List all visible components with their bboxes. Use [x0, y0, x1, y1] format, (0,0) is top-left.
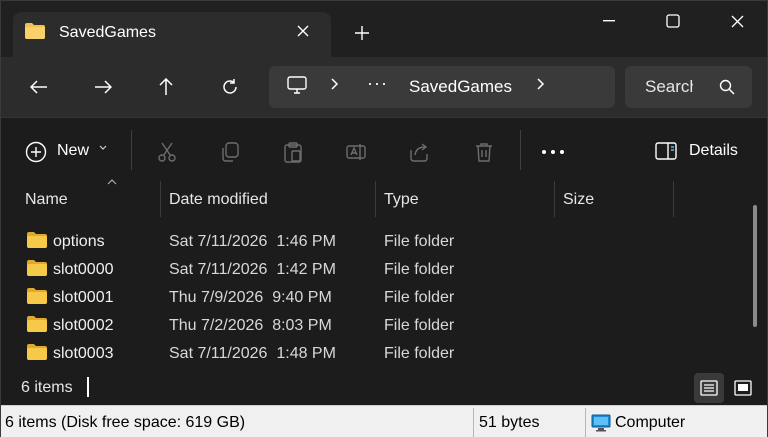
file-name: options: [53, 233, 105, 250]
close-icon[interactable]: [293, 21, 313, 41]
details-label: Details: [689, 142, 738, 159]
command-bar: New Details: [1, 117, 767, 181]
refresh-icon[interactable]: [216, 73, 244, 101]
file-date: Thu 7/2/2026 8:03 PM: [169, 317, 332, 334]
sort-ascending-icon: [107, 177, 117, 188]
window-status-row: 6 items: [1, 371, 767, 405]
chevron-down-icon: [99, 142, 107, 154]
file-name: slot0001: [53, 289, 114, 306]
column-type[interactable]: Type: [384, 181, 544, 217]
column-name-label: Name: [25, 191, 68, 208]
status-divider: [585, 408, 586, 437]
copy-icon[interactable]: [216, 138, 244, 166]
folder-icon: [25, 23, 45, 39]
file-date: Sat 7/11/2026 1:42 PM: [169, 261, 336, 278]
status-summary: 6 items (Disk free space: 619 GB): [5, 414, 246, 431]
new-button[interactable]: New: [17, 138, 117, 166]
status-location: Computer: [615, 414, 686, 431]
table-row[interactable]: options Sat 7/11/2026 1:46 PM File folde…: [1, 227, 751, 255]
chevron-right-icon[interactable]: [537, 77, 545, 95]
up-arrow-icon[interactable]: [152, 73, 180, 101]
toolbar-divider: [520, 130, 521, 170]
add-circle-icon: [25, 141, 47, 168]
tab-title: SavedGames: [59, 24, 156, 41]
cut-icon[interactable]: [153, 138, 181, 166]
table-row[interactable]: slot0000 Sat 7/11/2026 1:42 PM File fold…: [1, 255, 751, 283]
forward-arrow-icon[interactable]: [89, 73, 117, 101]
file-type: File folder: [384, 317, 455, 334]
file-name: slot0003: [53, 345, 114, 362]
status-divider: [473, 408, 474, 437]
address-row: ··· SavedGames Search SavedGames: [1, 57, 767, 117]
toolbar-divider: [131, 130, 132, 170]
close-window-icon[interactable]: [717, 7, 757, 35]
minimize-icon[interactable]: [589, 7, 629, 35]
column-name[interactable]: Name: [25, 179, 159, 217]
column-divider[interactable]: [554, 181, 555, 217]
table-row[interactable]: slot0003 Sat 7/11/2026 1:48 PM File fold…: [1, 339, 751, 367]
file-date: Sat 7/11/2026 1:48 PM: [169, 345, 336, 362]
search-placeholder: Search SavedGames: [645, 77, 693, 96]
rename-icon[interactable]: [342, 138, 370, 166]
file-date: Thu 7/9/2026 9:40 PM: [169, 289, 332, 306]
folder-icon: [27, 260, 47, 276]
file-name: slot0002: [53, 317, 114, 334]
back-arrow-icon[interactable]: [25, 73, 53, 101]
file-type: File folder: [384, 345, 455, 362]
folder-icon: [27, 344, 47, 360]
table-row[interactable]: slot0002 Thu 7/2/2026 8:03 PM File folde…: [1, 311, 751, 339]
file-name: slot0000: [53, 261, 114, 278]
column-divider[interactable]: [160, 181, 161, 217]
tab-savedgames[interactable]: SavedGames: [13, 12, 331, 57]
breadcrumb-overflow[interactable]: ···: [367, 73, 388, 94]
file-type: File folder: [384, 289, 455, 306]
column-divider[interactable]: [673, 181, 674, 217]
column-date-modified[interactable]: Date modified: [169, 181, 369, 217]
details-pane-icon: [655, 142, 677, 165]
breadcrumb-savedgames[interactable]: SavedGames: [409, 77, 512, 97]
search-icon[interactable]: [719, 79, 735, 100]
column-header-row: Name Date modified Type Size: [1, 179, 767, 219]
folder-icon: [27, 316, 47, 332]
column-divider[interactable]: [375, 181, 376, 217]
column-size[interactable]: Size: [563, 181, 663, 217]
monitor-icon: [287, 76, 307, 99]
title-bar: SavedGames: [1, 1, 767, 57]
chevron-right-icon[interactable]: [331, 77, 339, 95]
file-explorer-window: SavedGames ··· SavedGames Searc New Deta…: [0, 0, 768, 437]
plus-icon[interactable]: [349, 21, 375, 47]
status-size: 51 bytes: [479, 414, 540, 431]
folder-icon: [27, 288, 47, 304]
table-row[interactable]: slot0001 Thu 7/9/2026 9:40 PM File folde…: [1, 283, 751, 311]
status-bar: 6 items (Disk free space: 619 GB) 51 byt…: [1, 405, 767, 437]
paste-icon[interactable]: [279, 138, 307, 166]
vertical-scrollbar[interactable]: [753, 205, 757, 327]
maximize-icon[interactable]: [653, 7, 693, 35]
details-view-icon[interactable]: [694, 373, 724, 403]
item-count: 6 items: [21, 379, 73, 396]
file-type: File folder: [384, 261, 455, 278]
search-input[interactable]: Search SavedGames: [625, 66, 752, 108]
details-pane-button[interactable]: Details: [655, 138, 755, 166]
more-options-icon[interactable]: [541, 134, 565, 168]
folder-icon: [27, 232, 47, 248]
tiles-view-icon[interactable]: [728, 373, 758, 403]
delete-icon[interactable]: [470, 138, 498, 166]
share-icon[interactable]: [406, 138, 434, 166]
new-label: New: [57, 142, 90, 159]
file-date: Sat 7/11/2026 1:46 PM: [169, 233, 336, 250]
file-list: options Sat 7/11/2026 1:46 PM File folde…: [1, 227, 751, 367]
text-cursor: [87, 377, 89, 397]
file-type: File folder: [384, 233, 455, 250]
computer-icon: [591, 414, 611, 437]
address-bar[interactable]: ··· SavedGames: [269, 66, 615, 108]
